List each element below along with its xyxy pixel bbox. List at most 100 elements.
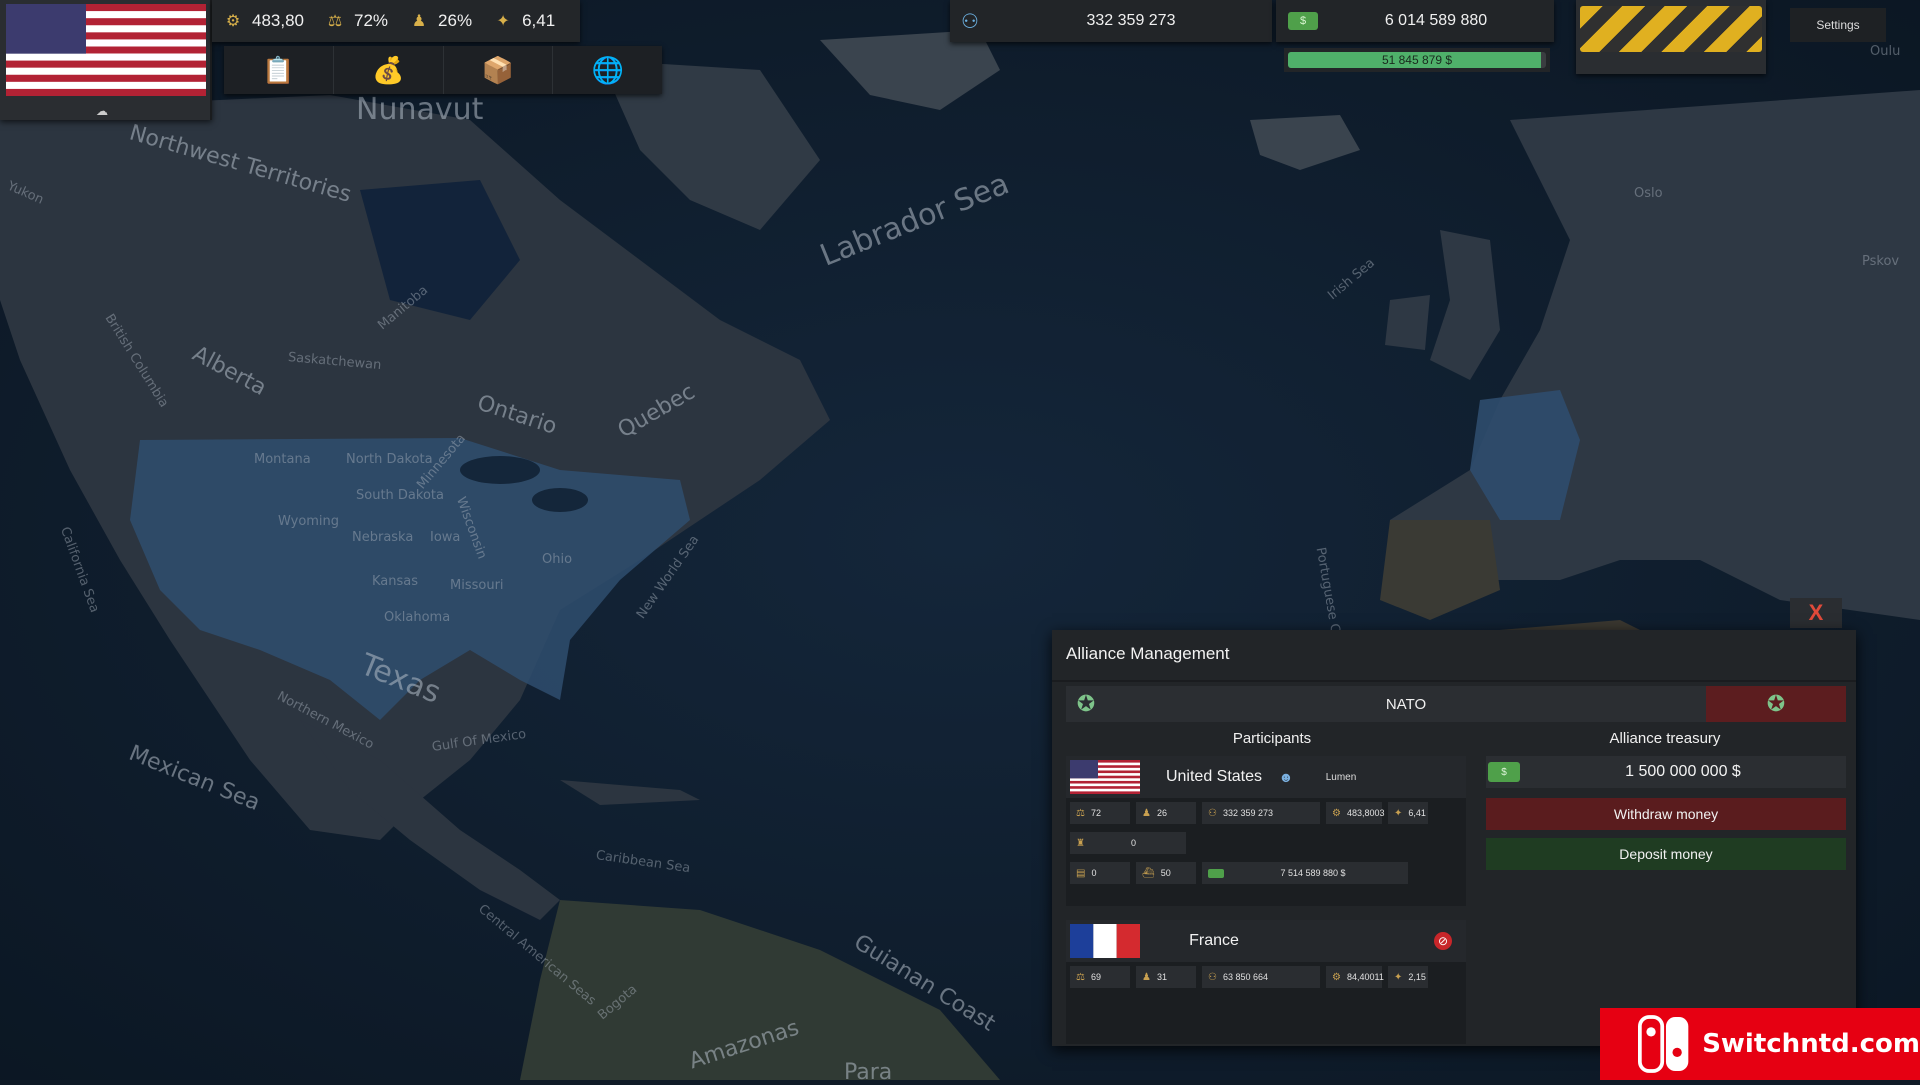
participant-stats-row: ⚖ 69 ♟ 31 ⚇ 63 850 664 ⚙ 84,40011 ✦ 2,15 [1066, 962, 1466, 992]
panel-title: Alliance Management [1066, 644, 1230, 663]
laws-button[interactable]: 📋 [224, 46, 334, 94]
ship-icon: ⛴ [1142, 867, 1155, 879]
world-icon[interactable]: ☁ [96, 104, 108, 118]
stat-value: 72% [354, 11, 389, 30]
treasury-value: 1 500 000 000 $ [1625, 763, 1741, 780]
population-value: 63 850 664 [1222, 972, 1269, 982]
tax-icon: ♟ [1142, 807, 1151, 819]
economy-icon: 💰 [371, 54, 405, 85]
map-label: Montana [254, 452, 311, 467]
population-chip: ⚇ 332 359 273 [1202, 802, 1320, 824]
gdp-icon: ⚙ [1332, 807, 1341, 819]
income-progress: 51 845 879 $ [1284, 48, 1550, 72]
army-chip: ♜ 0 [1070, 832, 1186, 854]
alliance-emblem-icon: ✪ [1076, 691, 1096, 716]
deposit-money-button[interactable]: Deposit money [1486, 838, 1846, 870]
stat-research[interactable]: ✦ 6,41 [482, 0, 565, 42]
alliance-name: NATO [1385, 695, 1427, 713]
close-button[interactable]: X [1790, 598, 1842, 628]
change-emblem-button[interactable]: ✪ [1706, 686, 1846, 722]
settings-button[interactable]: Settings [1790, 8, 1886, 42]
watermark-banner: Switchntd.com [1600, 1008, 1920, 1080]
participant-name: United States [1165, 768, 1263, 785]
participant-header: United States ☻ Lumen [1066, 756, 1466, 798]
map-label: South Dakota [356, 488, 444, 503]
laws-icon: 📋 [262, 54, 295, 85]
map-label: Ohio [542, 552, 573, 567]
documents-value: 0 [1091, 868, 1097, 878]
remove-member-icon[interactable]: ⊘ [1434, 932, 1452, 950]
map-label: Oklahoma [384, 610, 451, 625]
treasury-heading: Alliance treasury [1609, 730, 1721, 747]
map-label: Wyoming [278, 514, 340, 529]
map-label: Para [844, 1060, 893, 1085]
participant-header: France ⊘ [1066, 920, 1466, 962]
alliance-management-panel: Alliance Management ✪ NATO ✪ Participant… [1052, 630, 1856, 1046]
money-icon: $ [1288, 12, 1318, 30]
gdp-value: 483,8003 [1346, 808, 1385, 818]
trade-icon: 📦 [481, 54, 515, 85]
tax-icon: ♟ [411, 13, 427, 30]
map-label: Pskov [1862, 254, 1900, 269]
participant-stats-row: ⚖ 72 ♟ 26 ⚇ 332 359 273 ⚙ 483,8003 ✦ 6,41 [1066, 798, 1466, 828]
money-icon [1208, 868, 1224, 878]
money-display[interactable]: $ 6 014 589 880 [1276, 0, 1554, 42]
withdraw-money-button[interactable]: Withdraw money [1486, 798, 1846, 830]
tax-value: 26 [1156, 808, 1167, 818]
gdp-icon: ⚙ [1332, 971, 1341, 983]
population-icon: ⚇ [1208, 807, 1217, 819]
participant-name: France [1189, 932, 1239, 949]
gdp-chip: ⚙ 483,8003 [1326, 802, 1385, 824]
switch-logo-icon [1638, 1015, 1689, 1073]
stat-stability[interactable]: ⚖ 72% [314, 0, 398, 42]
treasury-display: $ 1 500 000 000 $ [1486, 756, 1846, 788]
stability-value: 69 [1090, 972, 1101, 982]
map-label: Oslo [1634, 186, 1663, 201]
participant-card[interactable]: France ⊘ ⚖ 69 ♟ 31 ⚇ 63 850 664 ⚙ 84,40011 ✦… [1066, 920, 1466, 1044]
money-icon: $ [1488, 762, 1520, 782]
economy-button[interactable]: 💰 [334, 46, 444, 94]
leader-icon: ☻ [1278, 769, 1294, 785]
participant-card[interactable]: United States ☻ Lumen ⚖ 72 ♟ 26 ⚇ 332 359 2… [1066, 756, 1466, 906]
map-label: Iowa [430, 530, 461, 545]
money-value: 6 014 589 880 [1384, 12, 1488, 29]
usa-flag [1070, 760, 1140, 794]
stat-tax[interactable]: ♟ 26% [398, 0, 482, 42]
leader-name: Lumen [1325, 771, 1357, 783]
map-label: Nebraska [352, 530, 414, 545]
country-flag-panel[interactable]: ☁ [0, 0, 212, 120]
diplomacy-icon: 🌐 [591, 54, 624, 85]
participant-army-row: ♜ 0 [1066, 828, 1466, 858]
population-display[interactable]: ⚇ 332 359 273 [950, 0, 1272, 42]
gdp-icon: ⚙ [225, 13, 241, 30]
trade-button[interactable]: 📦 [444, 46, 554, 94]
alert-banner[interactable] [1576, 0, 1766, 74]
research-icon: ✦ [496, 13, 510, 30]
stat-gdp[interactable]: ⚙ 483,80 [212, 0, 314, 42]
research-icon: ✦ [1394, 807, 1403, 819]
watermark-text: Switchntd.com [1702, 1029, 1920, 1059]
population-value: 332 359 273 [1086, 12, 1176, 29]
map-label: Kansas [372, 574, 419, 589]
tax-chip: ♟ 26 [1136, 802, 1196, 824]
participants-heading: Participants [1232, 730, 1312, 747]
alliance-name-row[interactable]: ✪ NATO [1066, 686, 1706, 722]
diplomacy-button[interactable]: 🌐 [553, 46, 662, 94]
map-label: North Dakota [346, 452, 433, 467]
tax-icon: ♟ [1142, 971, 1151, 983]
research-chip: ✦ 2,15 [1388, 966, 1428, 988]
main-menu-bar: 📋 💰 📦 🌐 [224, 46, 662, 94]
ships-chip: ⛴ 50 [1136, 862, 1196, 884]
tax-value: 31 [1156, 972, 1167, 982]
army-value: 0 [1130, 838, 1136, 848]
money-chip: 7 514 589 880 $ [1202, 862, 1408, 884]
map-label: Nunavut [356, 92, 484, 127]
money-value: 7 514 589 880 $ [1280, 868, 1346, 878]
progress-text: 51 845 879 $ [1381, 53, 1453, 67]
stat-value: 26% [438, 11, 473, 30]
stability-chip: ⚖ 72 [1070, 802, 1130, 824]
document-icon: ▤ [1076, 867, 1086, 879]
population-icon: ⚇ [1208, 971, 1217, 983]
divider [1052, 680, 1856, 682]
hazard-stripe-icon [1580, 6, 1762, 52]
